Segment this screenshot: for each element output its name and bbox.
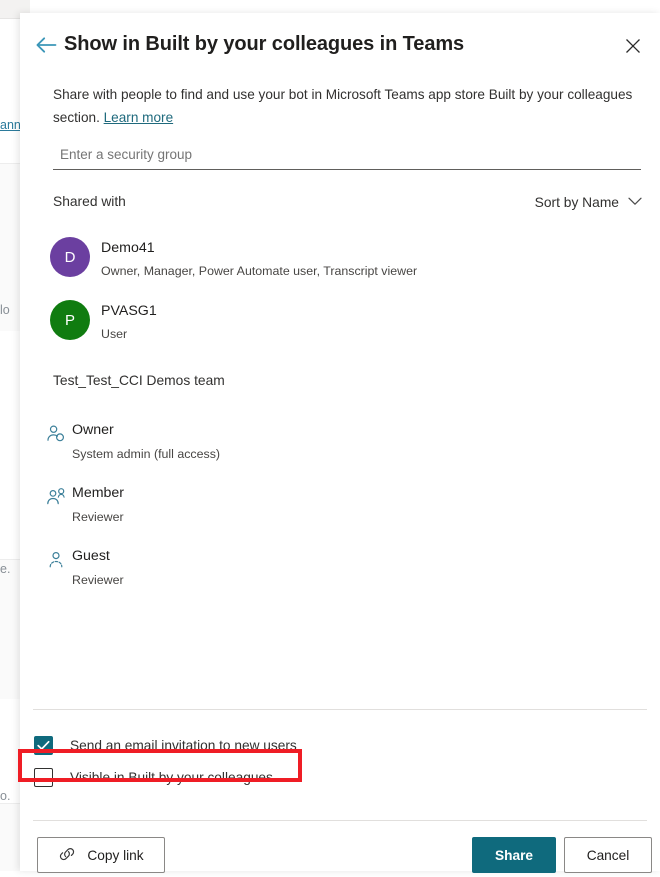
chevron-down-icon <box>628 193 642 211</box>
copy-link-label: Copy link <box>87 847 144 863</box>
divider <box>33 709 647 710</box>
security-group-field[interactable] <box>53 141 641 170</box>
sort-by-dropdown[interactable]: Sort by Name <box>535 193 642 211</box>
shared-with-list: D Demo41 Owner, Manager, Power Automate … <box>20 232 660 358</box>
role-description: Reviewer <box>72 510 124 524</box>
person-member-icon <box>45 486 67 508</box>
sort-by-label: Sort by Name <box>534 194 619 210</box>
page-root: ann lo e. o. Show in Built by your colle… <box>0 0 660 873</box>
avatar: D <box>50 237 90 277</box>
share-button[interactable]: Share <box>472 837 556 873</box>
role-name: Owner <box>72 422 114 438</box>
person-name: PVASG1 <box>101 303 157 319</box>
learn-more-link[interactable]: Learn more <box>104 110 174 125</box>
cancel-button[interactable]: Cancel <box>564 837 652 873</box>
panel-description: Share with people to find and use your b… <box>53 83 653 129</box>
person-owner-icon <box>45 423 67 445</box>
shared-with-label: Shared with <box>53 194 126 209</box>
checkbox[interactable] <box>34 767 53 787</box>
role-name: Member <box>72 485 125 501</box>
role-description: System admin (full access) <box>72 447 221 461</box>
option-label: Send an email invitation to new users <box>70 737 297 753</box>
background-text-fragment: lo <box>0 303 10 317</box>
background-text-fragment: o. <box>0 789 11 803</box>
team-roles-list: Owner System admin (full access) Member … <box>20 417 660 606</box>
option-label: Visible in Built by your colleagues <box>70 769 273 785</box>
list-item[interactable]: Member Reviewer <box>20 480 660 543</box>
share-panel: Show in Built by your colleagues in Team… <box>20 13 660 873</box>
security-group-input[interactable] <box>53 141 641 167</box>
list-item[interactable]: P PVASG1 User <box>20 295 660 358</box>
link-icon <box>58 847 76 864</box>
checkbox[interactable] <box>34 735 53 755</box>
list-item[interactable]: Owner System admin (full access) <box>20 417 660 480</box>
visible-in-built-by-colleagues-option[interactable]: Visible in Built by your colleagues <box>20 761 660 793</box>
role-description: Reviewer <box>72 573 124 587</box>
page-title: Show in Built by your colleagues in Team… <box>64 33 465 55</box>
role-name: Guest <box>72 548 110 564</box>
background-link-fragment[interactable]: ann <box>0 118 21 132</box>
person-roles: User <box>101 327 128 341</box>
person-guest-icon <box>45 549 67 571</box>
panel-header: Show in Built by your colleagues in Team… <box>20 13 660 75</box>
person-name: Demo41 <box>101 240 155 256</box>
person-roles: Owner, Manager, Power Automate user, Tra… <box>101 264 418 278</box>
list-item[interactable]: D Demo41 Owner, Manager, Power Automate … <box>20 232 660 295</box>
back-arrow-icon[interactable] <box>32 31 60 59</box>
list-item[interactable]: Guest Reviewer <box>20 543 660 606</box>
panel-footer: Copy link Share Cancel <box>20 837 660 877</box>
options-group: Send an email invitation to new users Vi… <box>20 729 660 793</box>
send-email-invitation-option[interactable]: Send an email invitation to new users <box>20 729 660 761</box>
divider <box>33 820 647 821</box>
copy-link-button[interactable]: Copy link <box>37 837 165 873</box>
team-title: Test_Test_CCI Demos team <box>53 373 225 388</box>
background-text-fragment: e. <box>0 562 11 576</box>
close-icon[interactable] <box>618 31 648 61</box>
avatar: P <box>50 300 90 340</box>
